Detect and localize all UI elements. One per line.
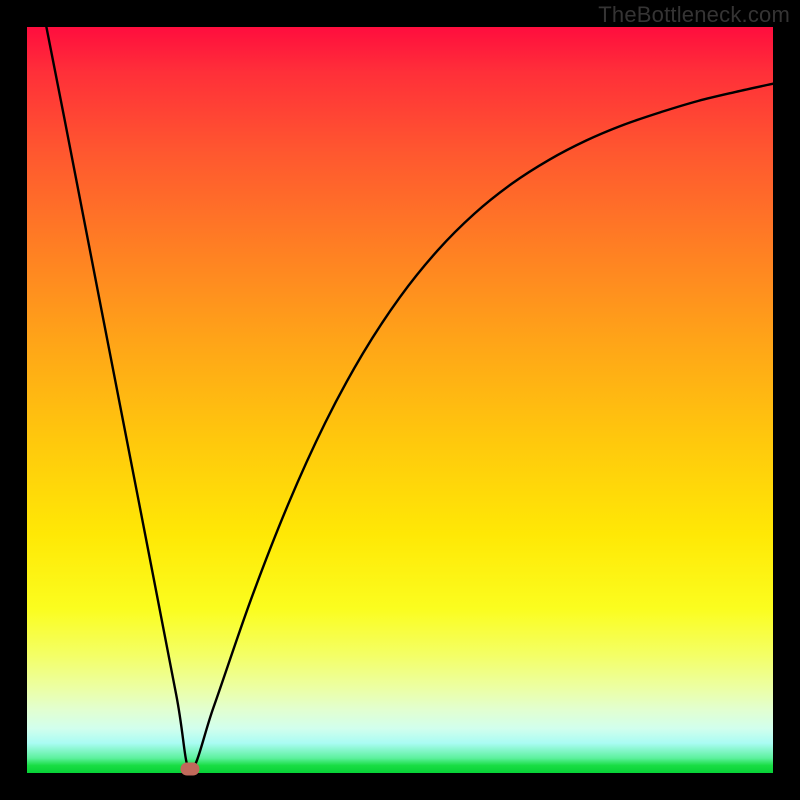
plot-area (27, 27, 773, 773)
minimum-marker (181, 762, 200, 775)
watermark-text: TheBottleneck.com (598, 2, 790, 28)
chart-frame: TheBottleneck.com (0, 0, 800, 800)
curve-path (46, 27, 773, 769)
bottleneck-curve (27, 27, 773, 773)
